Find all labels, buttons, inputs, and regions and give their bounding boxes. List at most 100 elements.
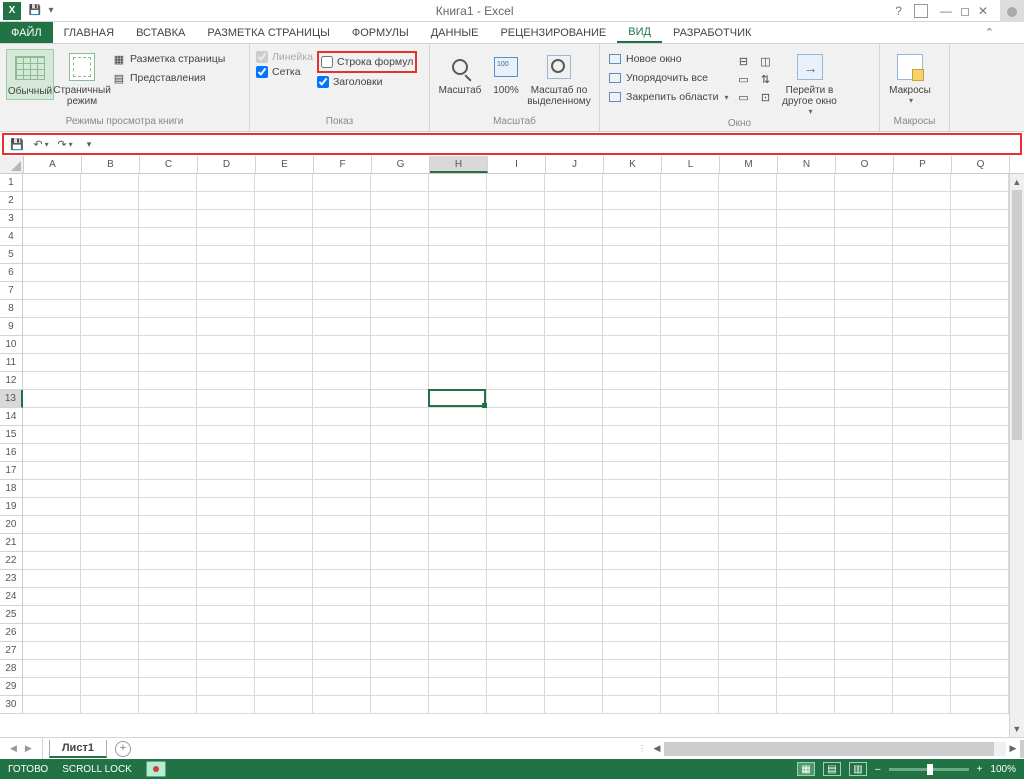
row-header-22[interactable]: 22 — [0, 552, 23, 570]
switch-windows-button[interactable]: Перейти в другое окно▾ — [779, 49, 841, 118]
split-button[interactable]: ⊟ — [735, 53, 753, 69]
scroll-right-icon[interactable]: ▶ — [1006, 743, 1020, 754]
row-header-20[interactable]: 20 — [0, 516, 23, 534]
row-header-28[interactable]: 28 — [0, 660, 23, 678]
col-header-P[interactable]: P — [894, 156, 952, 173]
undo-icon[interactable]: ↶▾ — [34, 137, 48, 151]
normal-view-button[interactable]: Обычный — [6, 49, 54, 100]
row-header-18[interactable]: 18 — [0, 480, 23, 498]
horizontal-scrollbar[interactable]: ⋮ ◀ ▶ — [634, 740, 1024, 758]
tab-view[interactable]: ВИД — [617, 22, 662, 43]
row-header-4[interactable]: 4 — [0, 228, 23, 246]
reset-position-button[interactable]: ⊡ — [757, 89, 775, 105]
sheet-nav-next-icon[interactable]: ▶ — [25, 743, 32, 754]
col-header-J[interactable]: J — [546, 156, 604, 173]
spreadsheet-grid[interactable] — [23, 174, 1009, 737]
restore-icon[interactable]: ◻ — [960, 4, 970, 18]
arrange-all-button[interactable]: Упорядочить все — [606, 70, 731, 86]
zoom-level[interactable]: 100% — [990, 764, 1016, 775]
freeze-panes-button[interactable]: Закрепить области▾ — [606, 89, 731, 105]
ribbon-options-icon[interactable] — [914, 4, 928, 18]
unhide-button[interactable]: ▭ — [735, 89, 753, 105]
row-header-24[interactable]: 24 — [0, 588, 23, 606]
row-header-15[interactable]: 15 — [0, 426, 23, 444]
record-macro-icon[interactable] — [146, 761, 166, 777]
row-header-5[interactable]: 5 — [0, 246, 23, 264]
redo-icon[interactable]: ↷▾ — [58, 137, 72, 151]
help-icon[interactable]: ? — [895, 4, 902, 18]
row-header-17[interactable]: 17 — [0, 462, 23, 480]
zoom-button[interactable]: Масштаб — [436, 49, 484, 98]
col-header-A[interactable]: A — [24, 156, 82, 173]
zoom-in-icon[interactable]: + — [977, 764, 983, 775]
scroll-down-icon[interactable]: ▼ — [1010, 721, 1024, 737]
col-header-H[interactable]: H — [430, 156, 488, 173]
row-header-13[interactable]: 13 — [0, 390, 23, 408]
zoom-out-icon[interactable]: – — [875, 764, 881, 775]
col-header-E[interactable]: E — [256, 156, 314, 173]
scroll-left-icon[interactable]: ◀ — [650, 743, 664, 754]
row-header-8[interactable]: 8 — [0, 300, 23, 318]
tab-insert[interactable]: ВСТАВКА — [125, 22, 196, 43]
tab-split-handle[interactable] — [1020, 740, 1024, 758]
tab-file[interactable]: ФАЙЛ — [0, 22, 53, 43]
row-header-16[interactable]: 16 — [0, 444, 23, 462]
row-header-7[interactable]: 7 — [0, 282, 23, 300]
row-header-26[interactable]: 26 — [0, 624, 23, 642]
close-icon[interactable]: ✕ — [978, 4, 988, 18]
col-header-F[interactable]: F — [314, 156, 372, 173]
row-header-25[interactable]: 25 — [0, 606, 23, 624]
view-side-by-side-button[interactable]: ◫ — [757, 53, 775, 69]
row-header-11[interactable]: 11 — [0, 354, 23, 372]
zoom-selection-button[interactable]: Масштаб по выделенному — [528, 49, 590, 109]
qat-customize-icon[interactable]: ▾ — [82, 137, 96, 151]
minimize-icon[interactable]: — — [940, 4, 952, 18]
tab-data[interactable]: ДАННЫЕ — [420, 22, 490, 43]
select-all-corner[interactable] — [0, 156, 24, 173]
formula-bar-checkbox[interactable]: Строка формул — [317, 51, 417, 73]
row-header-21[interactable]: 21 — [0, 534, 23, 552]
col-header-N[interactable]: N — [778, 156, 836, 173]
col-header-I[interactable]: I — [488, 156, 546, 173]
zoom-100-button[interactable]: 100% — [488, 49, 524, 98]
zoom-slider[interactable] — [889, 768, 969, 771]
tab-formulas[interactable]: ФОРМУЛЫ — [341, 22, 420, 43]
col-header-D[interactable]: D — [198, 156, 256, 173]
row-header-3[interactable]: 3 — [0, 210, 23, 228]
tab-review[interactable]: РЕЦЕНЗИРОВАНИЕ — [489, 22, 617, 43]
gridlines-checkbox[interactable]: Сетка — [256, 66, 313, 78]
hide-button[interactable]: ▭ — [735, 71, 753, 87]
vscroll-thumb[interactable] — [1012, 190, 1022, 440]
tab-developer[interactable]: РАЗРАБОТЧИК — [662, 22, 762, 43]
col-header-C[interactable]: C — [140, 156, 198, 173]
row-header-14[interactable]: 14 — [0, 408, 23, 426]
vertical-scrollbar[interactable]: ▲ ▼ — [1009, 174, 1024, 737]
collapse-ribbon-icon[interactable]: ⌃ — [985, 26, 994, 39]
macros-button[interactable]: Макросы▾ — [886, 49, 934, 107]
page-layout-button[interactable]: ▦Разметка страницы — [110, 51, 227, 67]
sheet-nav-prev-icon[interactable]: ◀ — [10, 743, 17, 754]
col-header-G[interactable]: G — [372, 156, 430, 173]
hscroll-thumb[interactable] — [664, 742, 994, 756]
row-header-2[interactable]: 2 — [0, 192, 23, 210]
page-break-view-button[interactable]: Страничный режим — [58, 49, 106, 109]
col-header-M[interactable]: M — [720, 156, 778, 173]
tab-scroll-icon[interactable]: ⋮ — [634, 744, 650, 753]
row-header-23[interactable]: 23 — [0, 570, 23, 588]
sync-scroll-button[interactable]: ⇅ — [757, 71, 775, 87]
col-header-B[interactable]: B — [82, 156, 140, 173]
row-header-27[interactable]: 27 — [0, 642, 23, 660]
row-header-6[interactable]: 6 — [0, 264, 23, 282]
tab-page-layout[interactable]: РАЗМЕТКА СТРАНИЦЫ — [196, 22, 340, 43]
custom-views-button[interactable]: ▤Представления — [110, 70, 227, 86]
col-header-L[interactable]: L — [662, 156, 720, 173]
row-header-19[interactable]: 19 — [0, 498, 23, 516]
headings-checkbox[interactable]: Заголовки — [317, 76, 417, 88]
scroll-up-icon[interactable]: ▲ — [1010, 174, 1024, 190]
col-header-K[interactable]: K — [604, 156, 662, 173]
col-header-Q[interactable]: Q — [952, 156, 1010, 173]
row-header-1[interactable]: 1 — [0, 174, 23, 192]
row-header-10[interactable]: 10 — [0, 336, 23, 354]
new-window-button[interactable]: Новое окно — [606, 51, 731, 67]
tab-home[interactable]: ГЛАВНАЯ — [53, 22, 125, 43]
